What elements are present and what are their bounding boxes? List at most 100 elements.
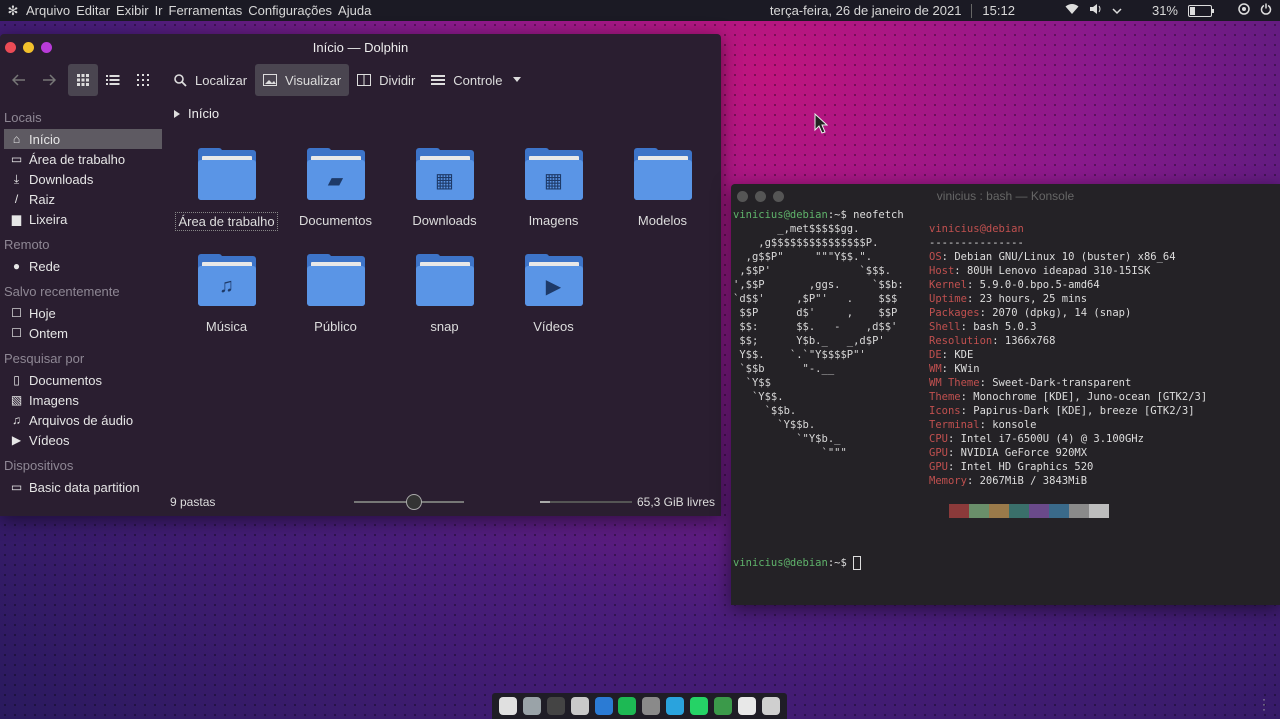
maximize-icon[interactable]: [41, 41, 52, 53]
forward-button[interactable]: [34, 64, 64, 96]
sidebar-item[interactable]: ▭ Área de trabalho: [4, 149, 162, 169]
info-value: 23 hours, 25 mins: [979, 293, 1088, 305]
volume-icon[interactable]: [1089, 3, 1102, 18]
menu-item[interactable]: Editar: [76, 3, 110, 18]
settings-icon[interactable]: [761, 697, 780, 715]
file-view: Início Área de trabalho ▰ Documentos ▦ D…: [168, 102, 721, 516]
calculator-icon[interactable]: [642, 697, 661, 715]
store-icon[interactable]: [570, 697, 589, 715]
sidebar-item[interactable]: ☐ Hoje: [4, 303, 162, 323]
color-swatch: [969, 504, 989, 518]
menu-item[interactable]: Exibir: [116, 3, 149, 18]
folder-item[interactable]: ▦ Imagens: [499, 142, 608, 240]
preview-button[interactable]: Visualizar: [255, 64, 350, 96]
status-bar: 9 pastas 65,3 GiB livres: [170, 494, 715, 510]
sidebar-item-label: Área de trabalho: [29, 151, 126, 167]
breadcrumb[interactable]: Início: [168, 102, 721, 125]
terminal-area[interactable]: vinicius@debian:~$ neofetch _,met$$$$$gg…: [733, 208, 1280, 605]
minimize-icon[interactable]: [755, 190, 766, 202]
close-icon[interactable]: [737, 190, 748, 202]
space-bar: [540, 501, 632, 503]
clock-date[interactable]: terça-feira, 26 de janeiro de 2021: [770, 3, 962, 18]
sidebar-item[interactable]: ☐ Ontem: [4, 323, 162, 343]
minimize-icon[interactable]: [23, 41, 34, 53]
wifi-icon[interactable]: [1065, 3, 1079, 18]
chevron-right-icon: [174, 109, 180, 118]
split-label: Dividir: [379, 72, 416, 88]
maximize-icon[interactable]: [773, 190, 784, 202]
close-icon[interactable]: [5, 41, 16, 53]
sidebar-item[interactable]: / Raiz: [4, 189, 162, 209]
sidebar-item[interactable]: ▧ Imagens: [4, 390, 162, 410]
menu-item[interactable]: Configurações: [248, 3, 332, 18]
info-row: Terminal: konsole: [929, 419, 1037, 431]
kde-logo-icon[interactable]: ✻: [6, 3, 20, 19]
folder-label: Documentos: [299, 213, 372, 228]
battery-icon[interactable]: [1188, 4, 1214, 17]
spotify-icon[interactable]: [618, 697, 637, 715]
folder-item[interactable]: ▶ Vídeos: [499, 248, 608, 346]
vscode-icon[interactable]: [594, 697, 613, 715]
chrome-icon[interactable]: [498, 697, 517, 715]
sidebar-item[interactable]: ▯ Documentos: [4, 370, 162, 390]
sidebar-item[interactable]: ● Rede: [4, 256, 162, 276]
menu-item[interactable]: Arquivo: [26, 3, 70, 18]
folder-item[interactable]: Área de trabalho: [172, 142, 281, 240]
compact-view-button[interactable]: [128, 64, 158, 96]
sidebar-item[interactable]: ▭ Basic data partition: [4, 477, 162, 497]
menu-item[interactable]: Ajuda: [338, 3, 371, 18]
tray-expand-icon[interactable]: [1112, 3, 1122, 18]
sidebar-item-label: Hoje: [29, 305, 56, 321]
menu-item[interactable]: Ferramentas: [169, 3, 243, 18]
whatsapp-icon[interactable]: [690, 697, 709, 715]
find-button[interactable]: Localizar: [166, 64, 255, 96]
sidebar-item[interactable]: ⌂ Início: [4, 129, 162, 149]
power-icon[interactable]: [1260, 3, 1272, 18]
folder-item[interactable]: Modelos: [608, 142, 717, 240]
zoom-slider-handle[interactable]: [406, 494, 422, 510]
konsole-window: vinicius : bash — Konsole vinicius@debia…: [731, 184, 1280, 605]
split-button[interactable]: Dividir: [349, 64, 423, 96]
zoom-slider[interactable]: [354, 494, 464, 510]
battery-percent[interactable]: 31%: [1152, 3, 1178, 18]
menu-item[interactable]: Ir: [155, 3, 163, 18]
color-palette: [949, 504, 1109, 518]
more-icon[interactable]: · · ·: [1262, 693, 1266, 715]
sidebar-item-label: Raiz: [29, 191, 56, 207]
terminal-icon[interactable]: [546, 697, 565, 715]
command-line: vinicius@debian:~$ neofetch: [733, 208, 1280, 222]
folder-item[interactable]: ▰ Documentos: [281, 142, 390, 240]
dolphin-titlebar[interactable]: Início — Dolphin: [0, 34, 721, 60]
info-value: Intel i7-6500U (4) @ 3.100GHz: [960, 433, 1144, 445]
spreadsheet-icon[interactable]: [714, 697, 733, 715]
sidebar-item[interactable]: ⤓ Downloads: [4, 169, 162, 189]
back-button[interactable]: [4, 64, 34, 96]
folder-item[interactable]: ▦ Downloads: [390, 142, 499, 240]
control-button[interactable]: Controle: [423, 64, 530, 96]
info-key: Host: [929, 265, 955, 277]
folder-item[interactable]: Público: [281, 248, 390, 346]
audio-icon: ♫: [12, 413, 21, 427]
home-icon: ⌂: [12, 132, 21, 146]
sidebar-item[interactable]: ▆ Lixeira: [4, 209, 162, 229]
info-row: Resolution: 1366x768: [929, 335, 1056, 347]
files-icon[interactable]: [522, 697, 541, 715]
notifications-icon[interactable]: [1238, 3, 1250, 18]
document-icon[interactable]: [738, 697, 757, 715]
konsole-titlebar[interactable]: vinicius : bash — Konsole: [731, 184, 1280, 208]
control-label: Controle: [453, 72, 503, 88]
details-view-button[interactable]: [98, 64, 128, 96]
telegram-icon[interactable]: [666, 697, 685, 715]
icons-view-button[interactable]: [68, 64, 98, 96]
info-row: OS: Debian GNU/Linux 10 (buster) x86_64: [929, 251, 1176, 263]
sidebar-item[interactable]: ♫ Arquivos de áudio: [4, 410, 162, 430]
sidebar-item[interactable]: ▶ Vídeos: [4, 430, 162, 450]
split-icon: [357, 74, 372, 86]
folder-item[interactable]: ♫ Música: [172, 248, 281, 346]
clock-time[interactable]: 15:12: [982, 3, 1015, 18]
sidebar-item-label: Downloads: [29, 171, 94, 187]
info-value: 80UH Lenovo ideapad 310-15ISK: [966, 265, 1151, 277]
folder-item[interactable]: snap: [390, 248, 499, 346]
breadcrumb-home[interactable]: Início: [188, 106, 219, 121]
preview-label: Visualizar: [285, 72, 342, 88]
